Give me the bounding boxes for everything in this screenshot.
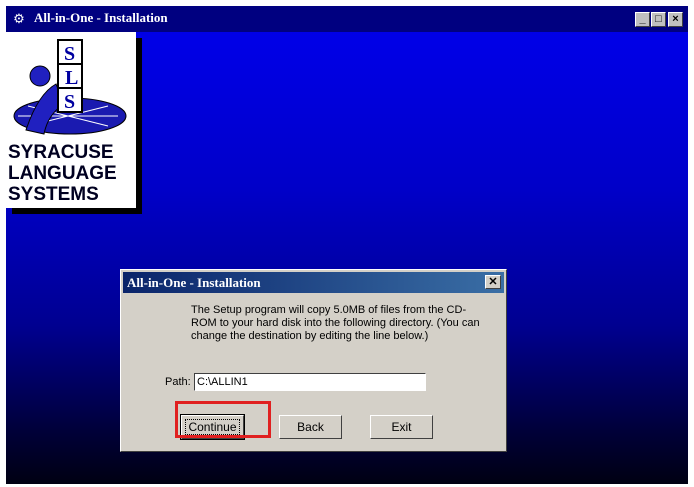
installer-window: ⚙ All-in-One - Installation _ □ × S L S … [6,6,688,484]
maximize-button[interactable]: □ [651,12,666,27]
window-title: All-in-One - Installation [34,10,168,25]
minimize-button[interactable]: _ [635,12,650,27]
back-button[interactable]: Back [279,415,342,439]
logo-line-syracuse: SYRACUSE [8,142,114,163]
dialog-close-button[interactable]: ✕ [485,275,501,289]
logo-figure-icon: S L S [13,39,127,135]
logo-monogram-s2: S [64,91,75,113]
setup-icon: ⚙ [13,11,25,26]
dialog-title-bar[interactable]: All-in-One - Installation ✕ [123,272,504,293]
path-label: Path: [165,376,191,388]
logo-line-systems: SYSTEMS [8,184,99,205]
dialog-title: All-in-One - Installation [127,275,261,290]
company-logo: S L S SYRACUSE LANGUAGE SYSTEMS [6,32,136,208]
title-bar[interactable]: ⚙ All-in-One - Installation _ □ × [6,6,688,32]
logo-line-language: LANGUAGE [8,163,117,184]
exit-button[interactable]: Exit [370,415,433,439]
installer-background: S L S SYRACUSE LANGUAGE SYSTEMS All-in-O… [6,32,688,484]
close-button[interactable]: × [668,12,683,27]
logo-monogram-s1: S [64,43,75,65]
logo-monogram-l: L [65,67,78,89]
continue-highlight-box [175,401,271,438]
path-input[interactable] [194,373,426,391]
dialog-message: The Setup program will copy 5.0MB of fil… [191,304,480,342]
